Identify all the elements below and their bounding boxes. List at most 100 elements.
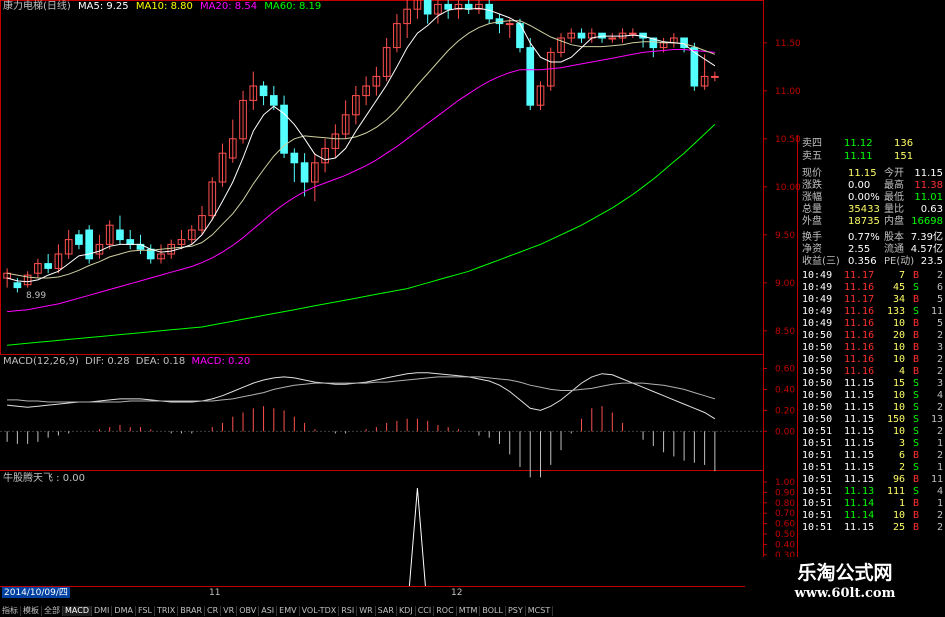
indicator-legend: 牛股腾天飞 : 0.00	[3, 473, 85, 484]
indicator-tick-label: 0.70	[775, 509, 795, 519]
tab-16[interactable]: WR	[357, 606, 376, 616]
fundamental-value: 0.77%	[848, 232, 880, 243]
tab-12[interactable]: ASI	[259, 606, 278, 616]
tick-volume: 45	[892, 282, 905, 293]
trade-tick-row: 10:51 11.15 25 B 2	[800, 522, 945, 534]
tab-6[interactable]: FSL	[136, 606, 155, 616]
trade-tick-row: 10:49 11.17 34 B 5	[800, 294, 945, 306]
tab-13[interactable]: EMV	[277, 606, 300, 616]
tab-21[interactable]: MTM	[457, 606, 481, 616]
tab-17[interactable]: SAR	[376, 606, 397, 616]
tick-count: 2	[936, 426, 943, 437]
tick-count: 2	[936, 354, 943, 365]
tick-price: 11.15	[844, 390, 875, 401]
tab-18[interactable]: KDJ	[397, 606, 416, 616]
tab-15[interactable]: RSI	[339, 606, 358, 616]
tab-24[interactable]: MCST	[526, 606, 554, 616]
trade-tick-row: 10:49 11.17 7 B 2	[800, 270, 945, 282]
macd-tick-label: 0.40	[775, 385, 795, 395]
tick-side: S	[912, 390, 919, 401]
fundamental-label: 股本	[884, 232, 904, 243]
tick-count: 2	[936, 366, 943, 377]
indicator-tick-label: 1.00	[775, 478, 795, 488]
tick-price: 11.16	[844, 330, 875, 341]
trade-tick-row: 10:51 11.14 10 B 2	[800, 510, 945, 522]
tab-10[interactable]: VR	[221, 606, 238, 616]
tick-side: S	[912, 426, 919, 437]
tick-count: 5	[936, 318, 943, 329]
tick-side: B	[912, 474, 919, 485]
tab-7[interactable]: TRIX	[155, 606, 179, 616]
trade-tick-row: 10:51 11.15 3 S 1	[800, 438, 945, 450]
order-volume: 136	[894, 138, 914, 149]
tab-8[interactable]: BRAR	[178, 606, 206, 616]
tab-23[interactable]: PSY	[506, 606, 526, 616]
price-tick-label: 11.00	[775, 87, 801, 97]
tab-19[interactable]: CCI	[416, 606, 435, 616]
tab-1[interactable]: 模板	[21, 606, 42, 616]
macd-tick-label: 0.20	[775, 406, 795, 416]
tab-11[interactable]: OBV	[237, 606, 260, 616]
candle	[126, 239, 135, 245]
tab-2[interactable]: 全部	[42, 606, 63, 616]
price-tick-label: 10.00	[775, 183, 801, 193]
price-tick-label: 11.50	[775, 39, 801, 49]
tick-count: 2	[936, 510, 943, 521]
tab-22[interactable]: BOLL	[480, 606, 506, 616]
tick-price: 11.15	[844, 474, 875, 485]
tick-time: 10:49	[802, 306, 833, 317]
trade-tick-row: 10:49 11.16 133 S 11	[800, 306, 945, 318]
tick-side: B	[912, 270, 919, 281]
trade-tick-row: 10:51 11.15 10 S 2	[800, 426, 945, 438]
tick-volume: 15	[892, 378, 905, 389]
tick-volume: 10	[892, 510, 905, 521]
price-tick-label: 9.50	[775, 231, 795, 241]
order-book-row: 卖五 11.11 151	[800, 151, 945, 163]
tick-side: B	[912, 330, 919, 341]
macd-tick-label: 0.60	[775, 364, 795, 374]
trade-tick-row: 10:51 11.13 111 S 4	[800, 486, 945, 498]
tick-volume: 7	[898, 270, 905, 281]
trade-tick-row: 10:50 11.16 10 B 3	[800, 342, 945, 354]
quote-row: 外盘 18735 内盘 16698	[800, 216, 945, 228]
tick-side: B	[912, 450, 919, 461]
quote-row: 涨跌 0.00 最高 11.38	[800, 180, 945, 192]
tick-volume: 150	[886, 414, 905, 425]
tab-14[interactable]: VOL-TDX	[300, 606, 340, 616]
quote-label: 最高	[884, 180, 904, 191]
tick-volume: 2	[898, 462, 905, 473]
tick-count: 2	[936, 330, 943, 341]
tick-side: B	[912, 354, 919, 365]
indicator-tick-label: 0.60	[775, 520, 795, 530]
tick-volume: 111	[886, 486, 905, 497]
tab-4[interactable]: DMI	[92, 606, 113, 616]
tick-side: B	[912, 342, 919, 353]
candle	[44, 263, 52, 269]
tick-time: 10:49	[802, 294, 833, 305]
tick-count: 5	[936, 294, 943, 305]
quote-label: 涨幅	[802, 192, 822, 203]
tick-volume: 10	[892, 354, 905, 365]
tab-3[interactable]: MACD	[63, 606, 92, 616]
tick-count: 11	[930, 306, 943, 317]
tick-side: S	[912, 282, 919, 293]
tab-0[interactable]: 指标	[0, 606, 21, 616]
tick-volume: 133	[886, 306, 905, 317]
tick-count: 1	[936, 462, 943, 473]
tab-5[interactable]: DMA	[112, 606, 136, 616]
trade-tick-row: 10:50 11.16 10 B 2	[800, 354, 945, 366]
tick-price: 11.15	[844, 402, 875, 413]
dif-value: DIF: 0.28	[85, 356, 130, 367]
tick-side: B	[912, 522, 919, 533]
ma5-legend: MA5: 9.25	[78, 1, 129, 12]
tick-time: 10:50	[802, 414, 833, 425]
tab-9[interactable]: CR	[205, 606, 222, 616]
tick-count: 2	[936, 270, 943, 281]
candle	[13, 282, 22, 289]
tick-count: 4	[936, 390, 943, 401]
candle	[300, 162, 309, 183]
order-book-row: 卖四 11.12 136	[800, 138, 945, 150]
tab-20[interactable]: ROC	[434, 606, 457, 616]
tick-price: 11.16	[844, 366, 875, 377]
brand-url: www.60lt.com	[794, 586, 896, 601]
